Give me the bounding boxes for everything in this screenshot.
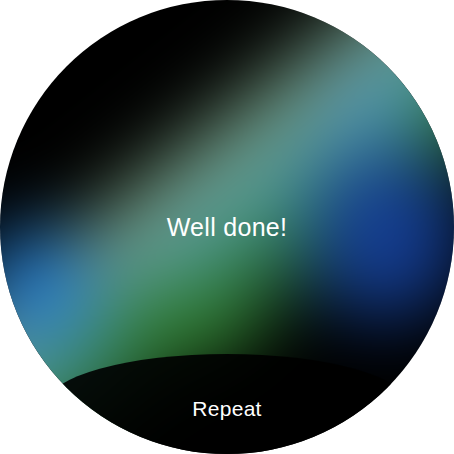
watch-frame: Well done! Repeat: [0, 0, 454, 454]
repeat-button[interactable]: Repeat: [47, 354, 407, 454]
button-label[interactable]: Repeat: [192, 396, 262, 454]
message: Well done!: [167, 211, 288, 243]
watch-face: Well done! Repeat: [0, 0, 454, 454]
